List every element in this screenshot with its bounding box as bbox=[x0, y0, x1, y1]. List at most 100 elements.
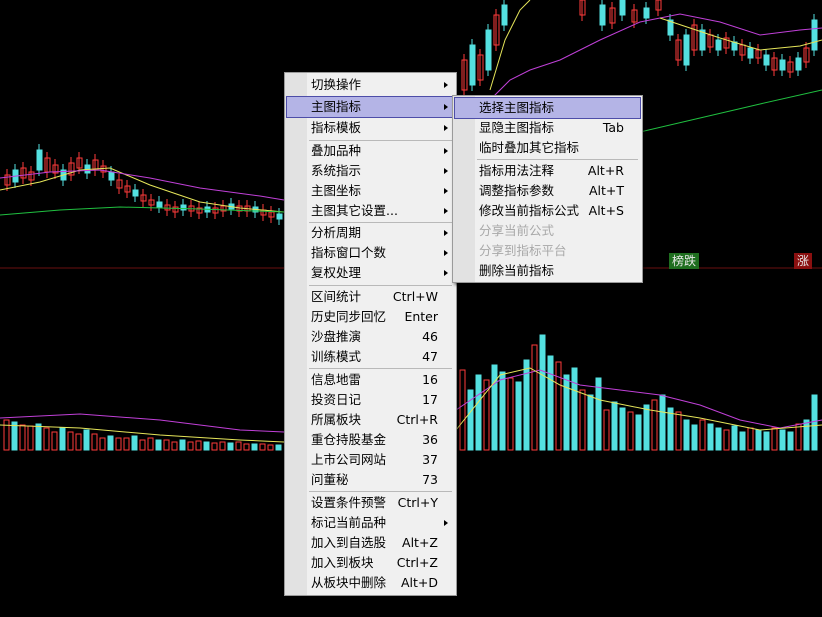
menu-item-rights-adjustment[interactable]: 复权处理 bbox=[287, 263, 454, 283]
submenu-item-toggle-main-indicator[interactable]: 显隐主图指标 Tab bbox=[455, 118, 640, 138]
submenu-arrow-icon bbox=[444, 188, 448, 194]
candle-body bbox=[485, 29, 492, 71]
volume-bar bbox=[627, 411, 634, 451]
submenu-item-share-to-platform[interactable]: 分享到指标平台 bbox=[455, 241, 640, 261]
volume-bar bbox=[555, 361, 562, 451]
volume-bar bbox=[219, 441, 226, 451]
volume-bar bbox=[723, 429, 730, 451]
submenu-item-indicator-usage-notes[interactable]: 指标用法注释 Alt+R bbox=[455, 161, 640, 181]
menu-separator bbox=[309, 285, 452, 286]
menu-item-set-condition-alert[interactable]: 设置条件预警 Ctrl+Y bbox=[287, 493, 454, 513]
volume-bar bbox=[147, 437, 154, 451]
volume-bar bbox=[691, 424, 698, 451]
menu-item-main-other-settings[interactable]: 主图其它设置... bbox=[287, 201, 454, 221]
volume-ma-yellow bbox=[0, 424, 285, 443]
volume-bar bbox=[19, 424, 26, 451]
volume-bar bbox=[739, 431, 746, 451]
candle-body bbox=[619, 0, 626, 16]
menu-item-add-to-watchlist[interactable]: 加入到自选股 Alt+Z bbox=[287, 533, 454, 553]
candle-body bbox=[180, 204, 187, 211]
volume-bar bbox=[803, 419, 810, 451]
menu-item-training-mode[interactable]: 训练模式 47 bbox=[287, 347, 454, 367]
volume-bar bbox=[123, 437, 130, 451]
volume-bar bbox=[179, 439, 186, 451]
menu-item-overlay-variety[interactable]: 叠加品种 bbox=[287, 141, 454, 161]
candle-body bbox=[36, 149, 43, 171]
volume-bar bbox=[75, 433, 82, 451]
menu-item-main-coordinate[interactable]: 主图坐标 bbox=[287, 181, 454, 201]
menu-item-sandbox-simulation[interactable]: 沙盘推演 46 bbox=[287, 327, 454, 347]
volume-bar bbox=[683, 419, 690, 451]
submenu-arrow-icon bbox=[444, 250, 448, 256]
menu-item-investment-diary[interactable]: 投资日记 17 bbox=[287, 390, 454, 410]
volume-bar bbox=[571, 367, 578, 451]
menu-item-info-mine[interactable]: 信息地雷 16 bbox=[287, 370, 454, 390]
volume-bar bbox=[67, 431, 74, 451]
volume-bar bbox=[163, 439, 170, 451]
volume-bar bbox=[227, 442, 234, 451]
volume-bar bbox=[763, 431, 770, 451]
volume-bar bbox=[99, 437, 106, 451]
volume-bar bbox=[195, 440, 202, 451]
volume-bar bbox=[779, 429, 786, 451]
ma-line-green bbox=[639, 89, 822, 133]
submenu-item-delete-indicator[interactable]: 删除当前指标 bbox=[455, 261, 640, 281]
volume-bar bbox=[515, 381, 522, 451]
volume-bar bbox=[275, 444, 282, 451]
volume-bar bbox=[83, 429, 90, 451]
submenu-item-select-main-indicator[interactable]: 选择主图指标 bbox=[454, 97, 641, 119]
volume-bar bbox=[531, 344, 538, 451]
candle-body bbox=[156, 201, 163, 208]
menu-item-switch-operation[interactable]: 切换操作 bbox=[287, 75, 454, 95]
volume-bar bbox=[211, 442, 218, 451]
volume-bar bbox=[699, 419, 706, 451]
volume-bar bbox=[755, 429, 762, 451]
volume-bar bbox=[203, 441, 210, 451]
menu-separator bbox=[309, 368, 452, 369]
submenu-item-edit-formula[interactable]: 修改当前指标公式 Alt+S bbox=[455, 201, 640, 221]
ma-line-yellow bbox=[0, 167, 285, 213]
volume-bar bbox=[707, 423, 714, 451]
volume-bar bbox=[475, 374, 482, 451]
menu-item-system-indication[interactable]: 系统指示 bbox=[287, 161, 454, 181]
chart-tag-left: 榜跌 bbox=[669, 253, 700, 269]
chart-tag-right: 涨 bbox=[794, 253, 813, 269]
menu-item-range-statistics[interactable]: 区间统计 Ctrl+W bbox=[287, 287, 454, 307]
volume-bar bbox=[131, 435, 138, 451]
submenu-arrow-icon bbox=[444, 125, 448, 131]
menu-separator bbox=[477, 159, 638, 160]
volume-bar bbox=[267, 444, 274, 451]
candle-body bbox=[715, 39, 722, 51]
volume-bar bbox=[795, 423, 802, 451]
volume-bar bbox=[667, 407, 674, 451]
submenu-arrow-icon bbox=[444, 148, 448, 154]
menu-item-company-website[interactable]: 上市公司网站 37 bbox=[287, 450, 454, 470]
menu-item-main-indicator[interactable]: 主图指标 bbox=[286, 96, 455, 118]
volume-bar bbox=[115, 437, 122, 451]
volume-bar bbox=[171, 441, 178, 451]
submenu-item-temp-overlay-indicator[interactable]: 临时叠加其它指标 bbox=[455, 138, 640, 158]
menu-item-indicator-template[interactable]: 指标模板 bbox=[287, 118, 454, 138]
menu-item-ask-secretary[interactable]: 问董秘 73 bbox=[287, 470, 454, 490]
menu-item-heavy-holding-funds[interactable]: 重仓持股基金 36 bbox=[287, 430, 454, 450]
menu-item-mark-current-variety[interactable]: 标记当前品种 bbox=[287, 513, 454, 533]
context-menu: 切换操作 主图指标 指标模板 叠加品种 系统指示 主图坐标 主图其它设置... … bbox=[284, 72, 457, 596]
menu-item-history-sync-recall[interactable]: 历史同步回忆 Enter bbox=[287, 307, 454, 327]
submenu-item-share-formula[interactable]: 分享当前公式 bbox=[455, 221, 640, 241]
menu-item-indicator-window-count[interactable]: 指标窗口个数 bbox=[287, 243, 454, 263]
candle-body bbox=[779, 59, 786, 71]
volume-bar bbox=[491, 364, 498, 451]
menu-separator bbox=[309, 491, 452, 492]
submenu-item-adjust-parameters[interactable]: 调整指标参数 Alt+T bbox=[455, 181, 640, 201]
volume-bar bbox=[635, 414, 642, 451]
volume-bar bbox=[3, 419, 10, 451]
menu-item-remove-from-sector[interactable]: 从板块中删除 Alt+D bbox=[287, 573, 454, 593]
menu-item-add-to-sector[interactable]: 加入到板块 Ctrl+Z bbox=[287, 553, 454, 573]
menu-item-analysis-period[interactable]: 分析周期 bbox=[287, 223, 454, 243]
volume-bar bbox=[731, 425, 738, 451]
menu-item-belonging-sector[interactable]: 所属板块 Ctrl+R bbox=[287, 410, 454, 430]
volume-bar bbox=[587, 394, 594, 451]
candle-body bbox=[811, 19, 818, 51]
volume-bar bbox=[155, 439, 162, 451]
volume-bar bbox=[595, 377, 602, 451]
